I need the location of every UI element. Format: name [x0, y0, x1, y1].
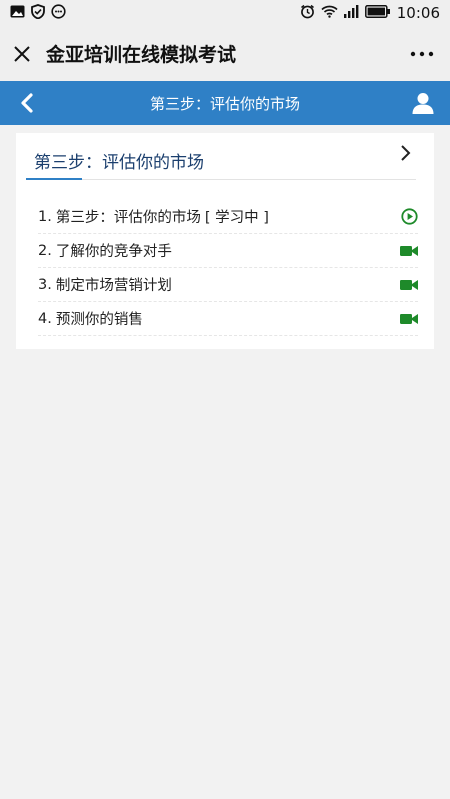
- list-item[interactable]: 4. 预测你的销售: [38, 302, 418, 336]
- video-icon[interactable]: [400, 276, 418, 294]
- status-time: 10:06: [396, 4, 440, 22]
- chevron-left-icon[interactable]: [10, 81, 44, 125]
- nav-bar: 第三步：评估你的市场: [0, 81, 450, 125]
- close-icon[interactable]: [0, 26, 44, 81]
- chevron-right-icon[interactable]: [396, 143, 416, 163]
- shield-icon: [31, 3, 45, 23]
- card-header[interactable]: 第三步：评估你的市场: [26, 133, 416, 180]
- title-underline: [26, 178, 82, 180]
- lesson-title: 预测你的销售: [55, 312, 143, 328]
- user-icon[interactable]: [406, 81, 440, 125]
- message-icon: [51, 3, 66, 23]
- signal-icon: [343, 4, 359, 22]
- lesson-title: 了解你的竞争对手: [55, 244, 172, 260]
- lesson-number: 4.: [38, 310, 52, 327]
- video-icon[interactable]: [400, 242, 418, 260]
- list-item[interactable]: 3. 制定市场营销计划: [38, 268, 418, 302]
- status-right: 10:06: [300, 4, 440, 23]
- play-circle-icon[interactable]: [400, 208, 418, 226]
- image-icon: [10, 4, 25, 22]
- alarm-icon: [300, 4, 315, 23]
- nav-title: 第三步：评估你的市场: [149, 94, 300, 113]
- card-title: 第三步：评估你的市场: [34, 153, 204, 173]
- list-item[interactable]: 2. 了解你的竞争对手: [38, 234, 418, 268]
- lesson-title: 制定市场营销计划: [55, 278, 172, 294]
- webview-header: 金亚培训在线模拟考试: [0, 26, 450, 81]
- status-left: [10, 3, 66, 23]
- lesson-title: 第三步：评估你的市场: [55, 210, 201, 226]
- page-title: 金亚培训在线模拟考试: [46, 45, 237, 66]
- wifi-icon: [321, 4, 338, 22]
- list-item[interactable]: 1. 第三步：评估你的市场 [ 学习中 ]: [38, 200, 418, 234]
- more-icon[interactable]: [394, 26, 450, 81]
- lesson-number: 2.: [38, 242, 52, 259]
- video-icon[interactable]: [400, 310, 418, 328]
- lesson-number: 3.: [38, 276, 52, 293]
- lesson-number: 1.: [38, 208, 52, 225]
- lesson-list: 1. 第三步：评估你的市场 [ 学习中 ] 2. 了解你的竞争对手 3. 制定市…: [38, 200, 418, 336]
- course-card: 第三步：评估你的市场 1. 第三步：评估你的市场 [ 学习中 ] 2. 了解你的…: [16, 133, 434, 349]
- battery-icon: [364, 4, 391, 22]
- lesson-status: [ 学习中 ]: [204, 210, 269, 226]
- status-bar: 10:06: [0, 0, 450, 26]
